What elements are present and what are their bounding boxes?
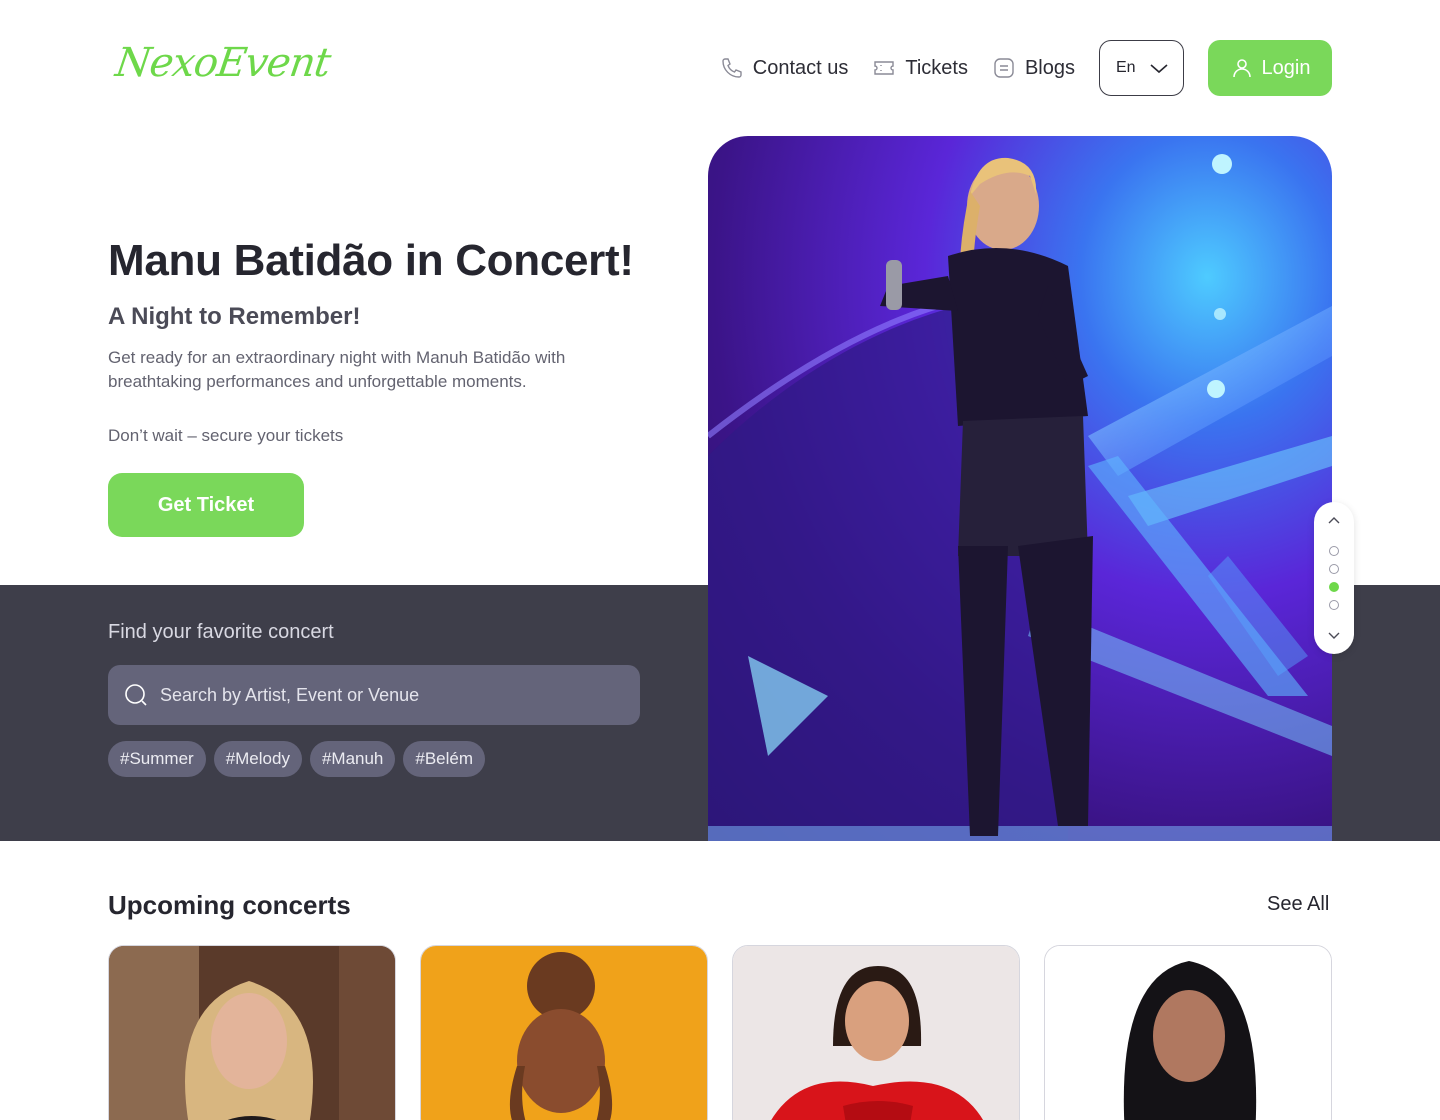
carousel-dot-active[interactable] [1329,582,1339,592]
concert-image [733,946,1019,1120]
hero-image [708,136,1332,841]
get-ticket-button[interactable]: Get Ticket [108,473,304,537]
main-nav: Contact us Tickets Blogs En Login [720,40,1332,96]
logo[interactable]: NexoEvent [113,40,333,86]
concert-image [109,946,395,1120]
login-label: Login [1261,56,1311,79]
site-header: NexoEvent Contact us Tickets Blogs En Lo… [0,0,1440,136]
tag-manuh[interactable]: #Manuh [309,741,396,777]
see-all-link[interactable]: See All [1267,893,1329,916]
language-value: En [1116,59,1136,76]
login-button[interactable]: Login [1208,40,1332,96]
nav-contact-label: Contact us [752,56,849,79]
chevron-down-icon [1150,64,1168,74]
language-select[interactable]: En [1099,40,1184,96]
concert-card[interactable] [1044,945,1332,1120]
phone-icon [722,58,742,78]
chevron-down-icon[interactable] [1328,630,1340,640]
nav-blogs-label: Blogs [1024,56,1075,79]
hero-subtitle: A Night to Remember! [108,303,361,330]
ticket-icon [874,61,895,75]
nav-contact[interactable]: Contact us [720,56,849,80]
nav-blogs[interactable]: Blogs [992,56,1075,80]
tag-summer[interactable]: #Summer [108,741,206,777]
search-icon [125,684,147,706]
tag-belem[interactable]: #Belém [403,741,486,777]
concert-card[interactable] [420,945,708,1120]
upcoming-title: Upcoming concerts [108,890,351,920]
carousel-dot[interactable] [1329,600,1339,610]
search-input[interactable] [160,684,620,706]
nav-tickets[interactable]: Tickets [872,56,968,80]
hero-cta-text: Don’t wait – secure your tickets [108,426,344,445]
search-box[interactable] [108,665,640,725]
chevron-up-icon[interactable] [1328,516,1340,526]
hero-title: Manu Batidão in Concert! [108,236,634,285]
tag-list: #Summer #Melody #Manuh #Belém [108,741,493,777]
concert-image [421,946,707,1120]
blog-icon [994,58,1014,78]
concert-image [1045,946,1331,1120]
concert-card[interactable] [732,945,1020,1120]
carousel-pager [1314,502,1354,654]
carousel-dot[interactable] [1329,564,1339,574]
search-heading: Find your favorite concert [108,621,334,643]
hero-description: Get ready for an extraordinary night wit… [108,348,566,391]
tag-melody[interactable]: #Melody [213,741,302,777]
user-icon [1232,59,1251,78]
concert-card[interactable] [108,945,396,1120]
nav-tickets-label: Tickets [905,56,968,79]
carousel-dot[interactable] [1329,546,1339,556]
